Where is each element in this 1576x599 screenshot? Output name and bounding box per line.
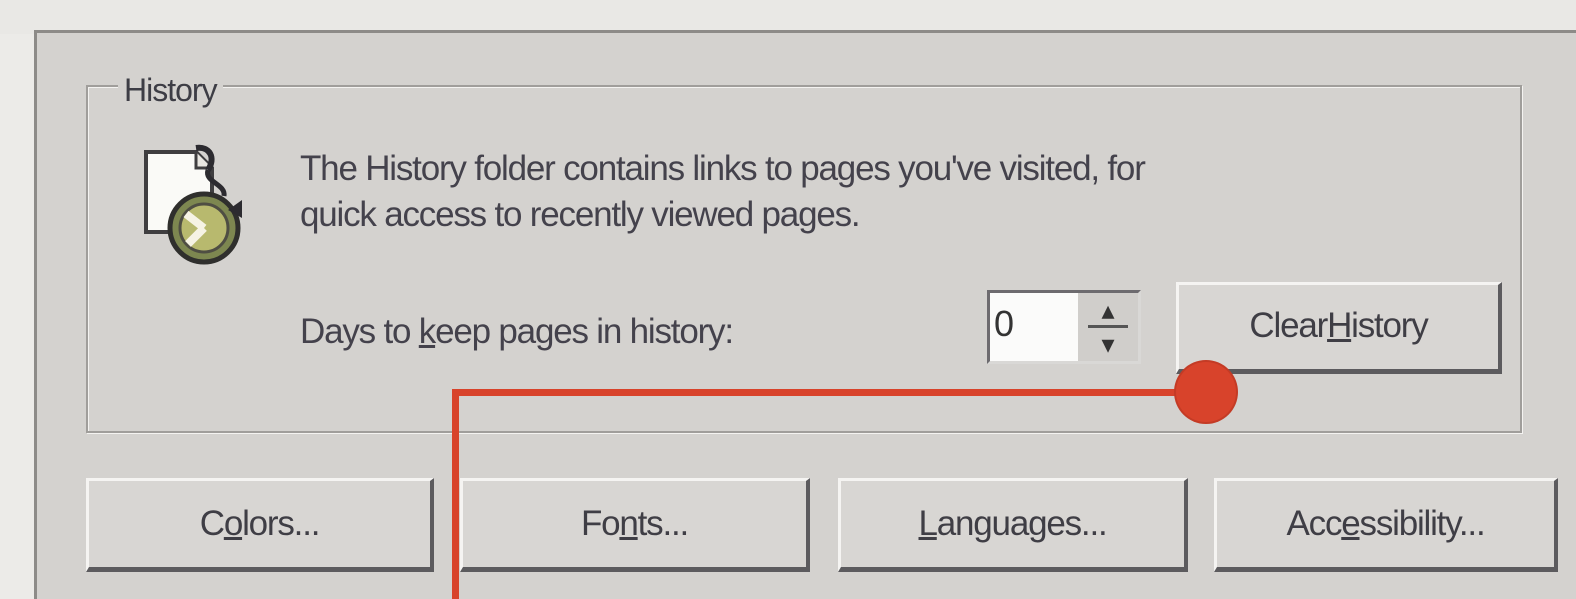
callout-marker — [1176, 362, 1236, 422]
button-label-part: Acc — [1286, 504, 1343, 543]
spin-up-arrow-icon[interactable]: ▴ — [1078, 293, 1138, 327]
colors-button[interactable]: Colors... — [86, 478, 434, 572]
days-input[interactable] — [994, 303, 1074, 345]
clear-history-button[interactable]: Clear History — [1176, 282, 1502, 374]
spin-buttons[interactable]: ▴ ▾ — [1078, 293, 1138, 361]
button-label-part: ts... — [637, 504, 690, 543]
history-folder-clock-icon — [144, 144, 242, 265]
button-label-part: lors... — [242, 504, 320, 543]
accessibility-button[interactable]: Accessibility... — [1214, 478, 1558, 572]
days-label-accelerator: k — [418, 312, 437, 351]
days-spinbox[interactable]: ▴ ▾ — [987, 290, 1141, 364]
button-label-part: istory — [1351, 306, 1429, 345]
history-group-title: History — [118, 72, 223, 109]
callout-line-vertical — [452, 389, 459, 599]
days-label-part: Days to — [300, 312, 419, 351]
button-label-part: Clear — [1249, 306, 1328, 345]
button-accelerator: e — [1341, 504, 1360, 543]
button-accelerator: L — [918, 504, 938, 543]
button-label-part: Fo — [580, 504, 621, 543]
callout-line-horizontal — [452, 389, 1206, 396]
fonts-button[interactable]: Fonts... — [460, 478, 810, 572]
button-label-part: ssibility... — [1359, 504, 1486, 543]
languages-button[interactable]: Languages... — [838, 478, 1188, 572]
top-background — [0, 0, 1576, 34]
button-label-part: anguages... — [936, 504, 1108, 543]
button-label-part: C — [199, 504, 225, 543]
button-accelerator: n — [619, 504, 638, 543]
button-accelerator: o — [223, 504, 243, 543]
days-to-keep-label: Days to keep pages in history: — [300, 312, 734, 352]
button-accelerator: H — [1327, 306, 1352, 345]
history-description-line-1: The History folder contains links to pag… — [300, 149, 1146, 188]
days-label-part: eep pages in history: — [435, 312, 734, 351]
history-description: The History folder contains links to pag… — [300, 146, 1480, 238]
history-description-line-2: quick access to recently viewed pages. — [300, 195, 861, 234]
history-groupbox — [86, 85, 1522, 433]
spin-down-arrow-icon[interactable]: ▾ — [1078, 327, 1138, 361]
